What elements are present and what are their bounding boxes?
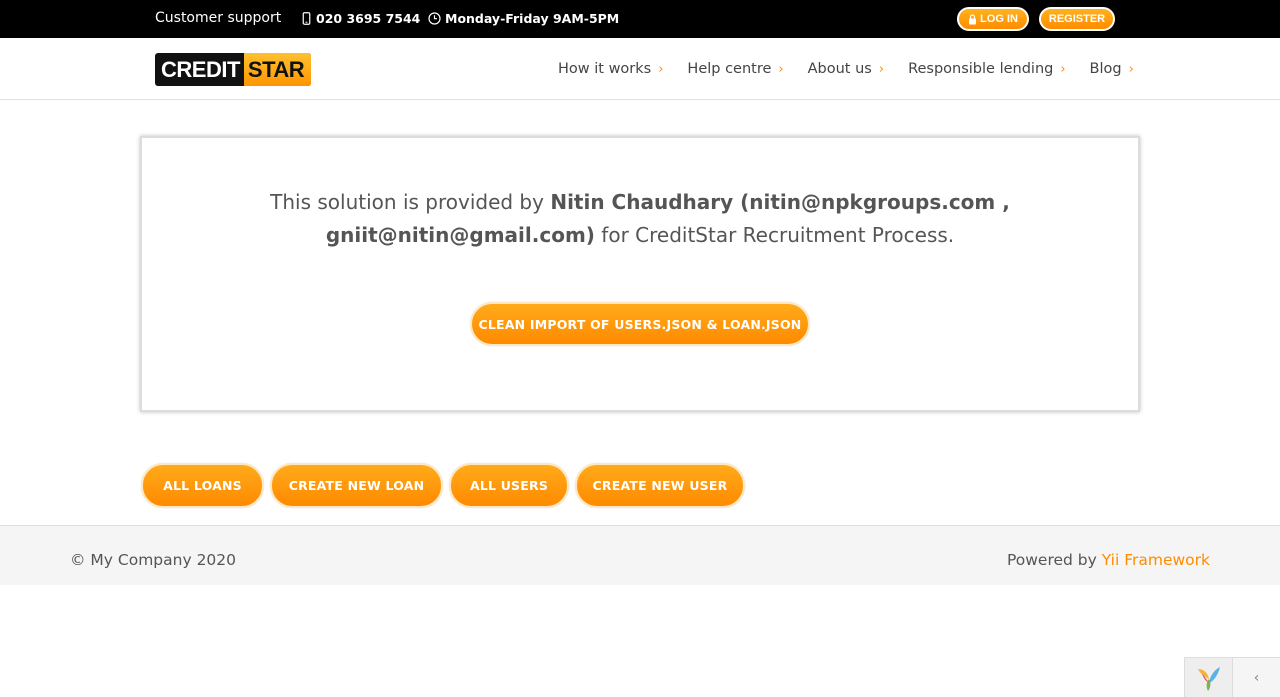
copyright-text: © My Company 2020 <box>70 551 237 569</box>
mobile-phone-icon <box>302 12 311 25</box>
nav-responsible-lending[interactable]: Responsible lending › <box>908 61 1065 77</box>
nav-help-centre[interactable]: Help centre › <box>687 61 783 77</box>
nav-label: About us <box>807 61 872 77</box>
nav-blog[interactable]: Blog › <box>1090 61 1134 77</box>
register-button[interactable]: REGISTER <box>1039 7 1115 31</box>
create-new-loan-button[interactable]: CREATE NEW LOAN <box>270 463 443 508</box>
yii-logo-graphic <box>1197 667 1220 691</box>
chevron-right-icon: › <box>778 61 784 77</box>
login-label: LOG IN <box>980 13 1018 25</box>
create-new-user-button[interactable]: CREATE NEW USER <box>575 463 745 508</box>
nav-label: Responsible lending <box>908 61 1054 77</box>
chevron-right-icon: › <box>658 61 664 77</box>
lock-icon <box>969 13 977 24</box>
top-bar: Customer support 020 3695 7544 Monday-Fr… <box>0 0 1280 38</box>
intro-text: This solution is provided by <box>270 190 544 214</box>
chevron-left-icon[interactable]: ‹ <box>1233 658 1280 697</box>
solution-description: This solution is provided by Nitin Chaud… <box>162 186 1118 252</box>
nav-about-us[interactable]: About us › <box>808 61 884 77</box>
all-loans-button[interactable]: ALL LOANS <box>141 463 264 508</box>
phone-number[interactable]: 020 3695 7544 <box>301 11 420 26</box>
logo-credit-text: CREDIT <box>161 56 240 82</box>
register-label: REGISTER <box>1048 13 1106 25</box>
site-header: CREDIT STAR How it works › Help centre ›… <box>0 38 1280 100</box>
login-button[interactable]: LOG IN <box>957 7 1029 31</box>
yii-debug-toolbar: ‹ <box>1184 657 1280 697</box>
nav-how-it-works[interactable]: How it works › <box>558 61 663 77</box>
opening-hours-text: Monday-Friday 9AM-5PM <box>445 11 620 26</box>
clock-icon <box>428 12 441 25</box>
main-nav: How it works › Help centre › About us › … <box>558 61 1134 77</box>
logo-star-text: STAR <box>243 53 311 86</box>
yii-framework-link[interactable]: Yii Framework <box>1102 551 1210 569</box>
clean-import-button[interactable]: CLEAN IMPORT OF USERS.JSON & LOAN.JSON <box>470 302 810 346</box>
nav-label: How it works <box>558 61 652 77</box>
creditstar-logo[interactable]: CREDIT STAR <box>155 53 311 86</box>
powered-by: Powered by Yii Framework <box>1007 551 1210 569</box>
outro-text: for CreditStar Recruitment Process. <box>601 223 955 247</box>
chevron-right-icon: › <box>1128 61 1134 77</box>
nav-label: Help centre <box>687 61 772 77</box>
solution-card: This solution is provided by Nitin Chaud… <box>140 136 1140 412</box>
phone-number-text: 020 3695 7544 <box>316 11 421 26</box>
all-users-button[interactable]: ALL USERS <box>449 463 569 508</box>
yii-logo-icon[interactable] <box>1185 658 1233 697</box>
site-footer: © My Company 2020 Powered by Yii Framewo… <box>0 525 1280 585</box>
powered-by-prefix: Powered by <box>1006 551 1097 569</box>
customer-support-label: Customer support <box>155 10 282 26</box>
opening-hours: Monday-Friday 9AM-5PM <box>428 11 619 26</box>
nav-label: Blog <box>1089 61 1122 77</box>
chevron-right-icon: › <box>1060 61 1066 77</box>
chevron-right-icon: › <box>878 61 885 77</box>
